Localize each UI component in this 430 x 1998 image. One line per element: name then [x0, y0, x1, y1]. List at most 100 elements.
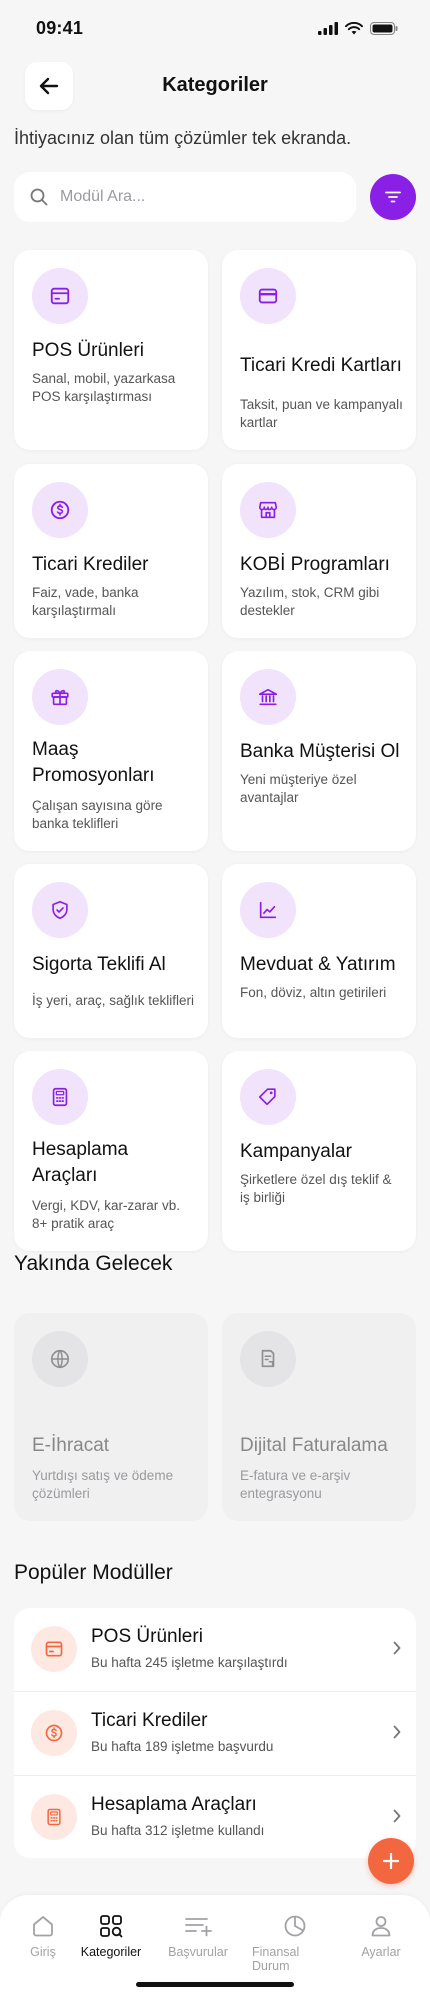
coming-soon-item-desc: Yurtdışı satış ve ödeme çözümleri — [32, 1468, 174, 1502]
search-box[interactable] — [14, 172, 356, 222]
invoice-icon — [261, 1349, 275, 1368]
tab-categories[interactable]: Kategoriler — [68, 1913, 154, 1959]
category-card-kobi[interactable]: KOBİ Programları Yazılım, stok, CRM gibi… — [222, 464, 416, 638]
category-title: Mevduat & Yatırım — [240, 954, 396, 975]
category-desc: Şirketlere özel dış teklif & iş birliği — [240, 1172, 392, 1206]
tag-icon — [258, 1088, 276, 1106]
category-icon-bg — [240, 482, 296, 538]
category-card-deposit[interactable]: Mevduat & Yatırım Fon, döviz, altın geti… — [222, 864, 416, 1038]
tab-label: Giriş — [30, 1945, 56, 1959]
category-title: Kampanyalar — [240, 1141, 352, 1162]
category-icon-bg — [32, 669, 88, 725]
category-title: POS Ürünleri — [32, 340, 144, 361]
credit-card-icon — [258, 288, 278, 304]
popular-item-title: POS Ürünleri — [91, 1626, 203, 1647]
coming-soon-icon-bg — [240, 1331, 296, 1387]
category-desc: Faiz, vade, banka karşılaştırmalı — [32, 585, 139, 619]
category-icon-bg — [240, 882, 296, 938]
category-title: Hesaplama Araçları — [32, 1139, 129, 1186]
user-icon — [371, 1916, 391, 1937]
category-title: Sigorta Teklifi Al — [32, 954, 166, 975]
tab-label: Finansal Durum — [252, 1945, 300, 1973]
search-icon — [30, 188, 48, 206]
home-icon — [33, 1916, 53, 1937]
bank-icon — [258, 688, 278, 706]
calculator-icon — [52, 1087, 68, 1107]
search-input[interactable] — [60, 188, 320, 206]
category-desc: Sanal, mobil, yazarkasa POS karşılaştırm… — [32, 371, 176, 405]
category-icon-bg — [32, 882, 88, 938]
category-icon-bg — [240, 669, 296, 725]
coming-soon-item-title: E-İhracat — [32, 1435, 110, 1456]
category-card-insurance[interactable]: Sigorta Teklifi Al İş yeri, araç, sağlık… — [14, 864, 208, 1038]
category-icon-bg — [32, 268, 88, 324]
chevron-right-icon — [393, 1809, 401, 1823]
tab-applications[interactable]: Başvurular — [155, 1913, 241, 1959]
category-icon-bg — [240, 1069, 296, 1125]
popular-item-pos[interactable]: POS Ürünleri Bu hafta 245 işletme karşıl… — [14, 1608, 416, 1692]
category-search-icon — [100, 1915, 123, 1938]
status-time: 09:41 — [36, 17, 84, 38]
tab-label: Başvurular — [168, 1945, 228, 1959]
category-desc: Yazılım, stok, CRM gibi destekler — [240, 585, 380, 619]
category-icon-bg — [32, 482, 88, 538]
pos-terminal-icon — [45, 1641, 63, 1657]
coming-soon-card-eexport: E-İhracat Yurtdışı satış ve ödeme çözüml… — [14, 1313, 208, 1521]
pos-terminal-icon — [50, 287, 70, 305]
category-desc: Yeni müşteriye özel avantajlar — [240, 772, 357, 806]
category-desc: Çalışan sayısına göre banka teklifleri — [32, 798, 163, 832]
category-title: Ticari Kredi Kartları — [240, 355, 402, 376]
globe-icon — [50, 1349, 70, 1369]
status-bar: 09:41 — [0, 0, 430, 56]
category-card-loans[interactable]: Ticari Krediler Faiz, vade, banka karşıl… — [14, 464, 208, 638]
category-card-bank-customer[interactable]: Banka Müşterisi Ol Yeni müşteriye özel a… — [222, 651, 416, 851]
popular-icon-bg — [31, 1794, 77, 1840]
coming-soon-item-title: Dijital Faturalama — [240, 1435, 388, 1456]
tab-financial-status[interactable]: Finansal Durum — [252, 1913, 338, 1973]
add-fab-button[interactable] — [368, 1838, 414, 1884]
wifi-icon — [345, 21, 363, 34]
plus-icon — [382, 1852, 400, 1870]
category-icon-bg — [32, 1069, 88, 1125]
list-add-icon — [185, 1918, 212, 1937]
category-card-campaigns[interactable]: Kampanyalar Şirketlere özel dış teklif &… — [222, 1051, 416, 1251]
category-desc: Fon, döviz, altın getirileri — [240, 985, 387, 1000]
category-desc: İş yeri, araç, sağlık teklifleri — [32, 993, 195, 1008]
status-icons — [318, 21, 398, 35]
dollar-coin-icon — [45, 1724, 63, 1742]
popular-item-title: Ticari Krediler — [91, 1710, 208, 1731]
category-card-pos[interactable]: POS Ürünleri Sanal, mobil, yazarkasa POS… — [14, 250, 208, 450]
popular-item-sub: Bu hafta 189 işletme başvurdu — [91, 1739, 274, 1754]
header: Kategoriler — [0, 62, 430, 114]
popular-icon-bg — [31, 1710, 77, 1756]
storefront-icon — [258, 501, 278, 519]
popular-list: POS Ürünleri Bu hafta 245 işletme karşıl… — [14, 1608, 416, 1858]
popular-item-sub: Bu hafta 245 işletme karşılaştırdı — [91, 1655, 288, 1670]
chart-line-icon — [259, 901, 277, 919]
home-indicator — [136, 1982, 294, 1987]
filter-icon — [385, 191, 401, 203]
category-desc: Taksit, puan ve kampanyalı kartlar — [240, 397, 403, 431]
chevron-right-icon — [393, 1725, 401, 1739]
popular-icon-bg — [31, 1626, 77, 1672]
calculator-icon — [47, 1808, 61, 1826]
category-card-calculators[interactable]: Hesaplama Araçları Vergi, KDV, kar-zarar… — [14, 1051, 208, 1251]
chevron-right-icon — [393, 1641, 401, 1655]
category-title: Ticari Krediler — [32, 554, 149, 575]
coming-soon-item-desc: E-fatura ve e-arşiv entegrasyonu — [240, 1468, 351, 1502]
category-card-credit-cards[interactable]: Ticari Kredi Kartları Taksit, puan ve ka… — [222, 250, 416, 450]
category-icon-bg — [240, 268, 296, 324]
filter-button[interactable] — [370, 174, 416, 220]
battery-icon — [370, 21, 398, 35]
popular-item-calculators[interactable]: Hesaplama Araçları Bu hafta 312 işletme … — [14, 1776, 416, 1860]
popular-item-loans[interactable]: Ticari Krediler Bu hafta 189 işletme baş… — [14, 1692, 416, 1776]
popular-title: Popüler Modüller — [14, 1561, 173, 1584]
category-title: KOBİ Programları — [240, 554, 390, 575]
gift-icon — [51, 689, 69, 706]
shield-check-icon — [52, 900, 68, 920]
signal-icon — [318, 21, 338, 35]
tab-settings[interactable]: Ayarlar — [338, 1913, 424, 1959]
category-card-salary[interactable]: Maaş Promosyonları Çalışan sayısına göre… — [14, 651, 208, 851]
coming-soon-title: Yakında Gelecek — [14, 1252, 173, 1275]
page-subtitle: İhtiyacınız olan tüm çözümler tek ekrand… — [14, 128, 352, 148]
